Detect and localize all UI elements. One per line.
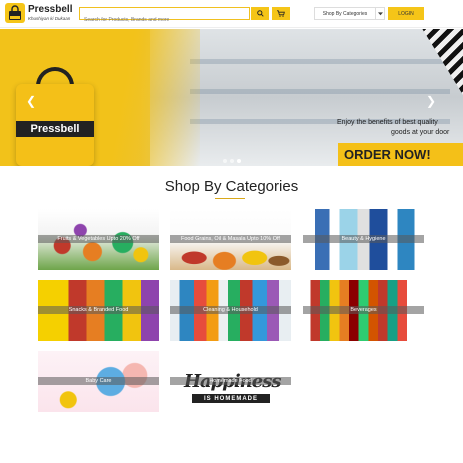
category-tile-cleaning[interactable]: Cleaning & Household <box>170 280 291 341</box>
category-select[interactable]: Shop By Categories <box>314 7 376 20</box>
brand-name: Pressbell <box>28 4 73 15</box>
carousel-dots <box>223 159 241 163</box>
chevron-down-icon <box>377 11 383 15</box>
carousel-dot[interactable] <box>223 159 227 163</box>
category-tile-fruits[interactable]: Fruits & Vegetables Upto 20% Off <box>38 209 159 270</box>
login-button[interactable]: LOGIN <box>388 7 424 20</box>
title-underline <box>215 198 245 199</box>
category-label: Food Grains, Oil & Masala Upto 10% Off <box>170 235 291 243</box>
search-input[interactable] <box>80 14 249 26</box>
category-label: Snacks & Branded Food <box>38 306 159 314</box>
top-header: Pressbell Khushiyan ki Dukaan Shop By Ca… <box>0 0 463 28</box>
banner-tagline-2: goods at your door <box>391 129 450 136</box>
category-dropdown-button[interactable] <box>376 7 385 20</box>
order-now-banner[interactable]: ORDER NOW! <box>338 143 463 166</box>
carousel-dot[interactable] <box>230 159 234 163</box>
carousel-prev-icon[interactable]: ❮ <box>26 94 36 108</box>
category-label: Homemade Food <box>170 377 291 385</box>
carousel-next-icon[interactable]: ❯ <box>426 94 436 108</box>
banner-tagline-1: Enjoy the benefits of best quality <box>337 119 438 126</box>
cart-button[interactable] <box>272 7 290 20</box>
category-label: Fruits & Vegetables Upto 20% Off <box>38 235 159 243</box>
section-title: Shop By Categories <box>164 178 299 195</box>
site-logo[interactable]: Pressbell Khushiyan ki Dukaan <box>5 3 75 25</box>
hero-banner[interactable]: Pressbell Enjoy the benefits of best qua… <box>0 29 463 166</box>
category-label: Beauty & Hygiene <box>303 235 424 243</box>
category-label: Baby Care <box>38 377 159 385</box>
category-label: Beverages <box>303 306 424 314</box>
cart-icon <box>277 10 285 17</box>
search-icon <box>256 10 264 17</box>
category-tile-snacks[interactable]: Snacks & Branded Food <box>38 280 159 341</box>
search-box <box>79 7 250 26</box>
category-tile-beverages[interactable]: Beverages <box>303 280 424 341</box>
happiness-subtitle: IS HOMEMADE <box>192 394 270 403</box>
category-tile-baby-care[interactable]: Baby Care <box>38 351 159 412</box>
category-label: Cleaning & Household <box>170 306 291 314</box>
category-tile-beauty[interactable]: Beauty & Hygiene <box>303 209 424 270</box>
category-tile-homemade[interactable]: Happiness IS HOMEMADE Homemade Food <box>170 351 291 412</box>
shopping-bag-icon <box>5 3 25 23</box>
banner-bag-label: Pressbell <box>16 121 94 137</box>
brand-tagline: Khushiyan ki Dukaan <box>28 16 71 21</box>
category-tile-food-grains[interactable]: Food Grains, Oil & Masala Upto 10% Off <box>170 209 291 270</box>
search-button[interactable] <box>251 7 269 20</box>
carousel-dot-active[interactable] <box>237 159 241 163</box>
